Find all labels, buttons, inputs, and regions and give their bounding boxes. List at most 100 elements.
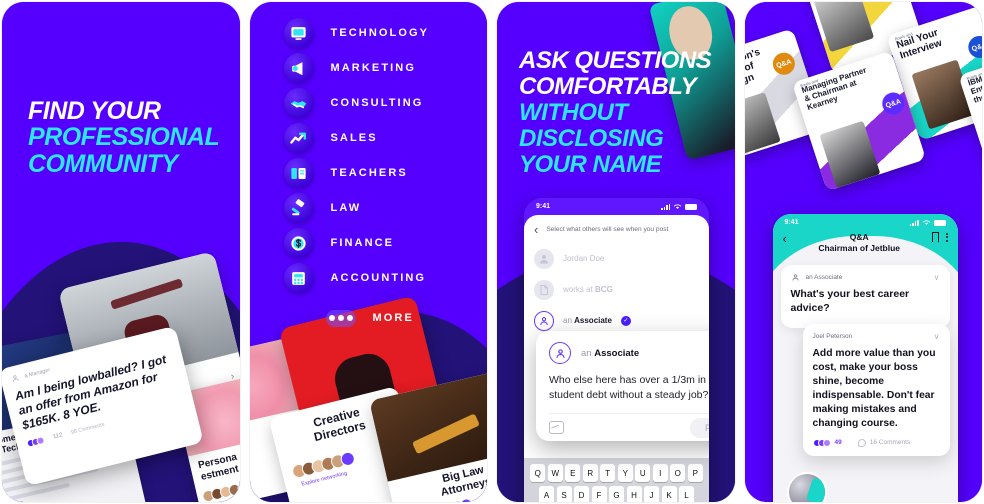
avatar: [786, 472, 827, 502]
key[interactable]: A: [539, 486, 554, 502]
key[interactable]: I: [652, 464, 668, 482]
person-glyph: [540, 254, 548, 263]
compose-identity: an Associate: [581, 348, 639, 359]
category-label: LAW: [330, 202, 362, 214]
back-icon[interactable]: ‹: [534, 223, 538, 236]
comment-count[interactable]: 98 Comments: [71, 422, 106, 436]
key[interactable]: R: [582, 464, 598, 482]
identity-option-company[interactable]: works at BCG: [534, 274, 699, 305]
identity-label-prefix: an: [563, 316, 575, 325]
ellipsis-icon: [325, 309, 356, 327]
phone-mockup-qa: 9:41 ‹ Q&A Chairman of Jetblue an Associ…: [772, 214, 958, 502]
key[interactable]: H: [626, 486, 642, 502]
category-item-more[interactable]: MORE: [325, 305, 430, 331]
onscreen-keyboard[interactable]: Q W E R T Y U I O P A S D F G H J K L: [524, 458, 709, 502]
headline-line-1: FIND YOUR: [28, 97, 161, 125]
kebab-menu-icon[interactable]: [945, 232, 948, 242]
compose-footer: Post: [549, 413, 709, 441]
key[interactable]: L: [679, 486, 694, 502]
status-time: 9:41: [536, 203, 551, 210]
dollar-coin-icon: [283, 228, 314, 258]
key[interactable]: Y: [617, 464, 633, 482]
key[interactable]: Q: [530, 464, 546, 482]
status-indicators: [909, 219, 946, 226]
bookmark-icon[interactable]: [931, 232, 939, 242]
qa-title-line2: Chairman of Jetblue: [818, 242, 901, 253]
compose-identity-bold: Associate: [594, 347, 640, 359]
category-list: TECHNOLOGY MARKETING CONSULTING SALES TE…: [283, 18, 430, 331]
anonymous-person-icon: [534, 310, 554, 331]
headline-line-3: COMMUNITY: [28, 149, 178, 178]
identity-label: an Associate: [563, 316, 612, 325]
key[interactable]: W: [547, 464, 563, 482]
document-glyph: [540, 284, 548, 295]
anonymous-person-icon: [792, 274, 798, 281]
megaphone-icon: [283, 53, 314, 83]
key[interactable]: P: [687, 464, 703, 482]
category-label: SALES: [330, 132, 378, 144]
keyboard-row-2: A S D F G H J K L: [528, 486, 705, 502]
headline-line-3: WITHOUT: [519, 98, 628, 126]
chevron-down-icon[interactable]: ∨: [934, 273, 940, 282]
key[interactable]: E: [565, 464, 581, 482]
chevron-down-icon[interactable]: ∨: [934, 332, 940, 341]
category-label: TECHNOLOGY: [330, 27, 430, 39]
post-author-role: a Manager: [23, 366, 51, 380]
compose-identity-prefix: an: [581, 347, 595, 359]
signal-icon: [909, 219, 919, 226]
key[interactable]: G: [609, 486, 624, 502]
identity-label-prefix: works at: [563, 285, 596, 294]
phone-mockup-compose: 9:41 ‹ Select what others will see when …: [524, 198, 709, 502]
question-card: an Associate ∨ What's your best career a…: [780, 265, 950, 328]
category-item-finance[interactable]: FINANCE: [283, 228, 430, 258]
app-store-screenshot-gallery: FIND YOUR PROFESSIONAL COMMUNITY Women i…: [0, 0, 984, 504]
anonymous-person-icon: [549, 342, 571, 364]
compose-textarea[interactable]: Who else here has over a 1/3m in student…: [549, 373, 709, 403]
trend-up-icon: [283, 123, 314, 153]
image-attach-icon[interactable]: [549, 421, 564, 435]
category-item-law[interactable]: LAW: [283, 193, 430, 223]
sheet-title: Select what others will see when you pos…: [546, 226, 669, 233]
category-item-accounting[interactable]: ACCOUNTING: [283, 263, 430, 293]
identity-option-name[interactable]: Jordan Doe: [534, 243, 699, 274]
answer-text: Add more value than you cost, make your …: [812, 347, 936, 429]
anon-glyph: [540, 316, 548, 325]
identity-label-bold: Associate: [574, 316, 612, 325]
question-author: an Associate: [805, 274, 843, 282]
category-item-sales[interactable]: SALES: [283, 123, 430, 153]
identity-label: works at BCG: [563, 285, 613, 294]
avatar-photo-icon: [534, 248, 554, 269]
compose-post-card: an Associate × Who else here has over a …: [536, 331, 709, 442]
key[interactable]: F: [591, 486, 607, 502]
qa-card-collage: Anselmo Ramos Bowls and Q&A Nail Your In…: [744, 2, 982, 202]
qa-title-line1: Q&A: [849, 232, 869, 242]
key[interactable]: U: [635, 464, 651, 482]
comment-link[interactable]: 16 Comments: [857, 438, 910, 447]
key[interactable]: D: [574, 486, 589, 502]
qa-title: Q&A Chairman of Jetblue: [787, 232, 932, 253]
comment-icon: [857, 438, 866, 447]
headline-line-5: YOUR NAME: [519, 150, 662, 178]
monitor-icon: [283, 18, 314, 48]
category-label: MARKETING: [330, 62, 417, 74]
reaction-count: 112: [52, 432, 64, 441]
category-item-marketing[interactable]: MARKETING: [283, 53, 430, 83]
avatar-group: [201, 480, 240, 502]
screenshot-categories: TECHNOLOGY MARKETING CONSULTING SALES TE…: [249, 2, 487, 502]
question-text: What's your best career advice?: [790, 288, 910, 315]
post-button[interactable]: Post: [689, 417, 709, 438]
status-time: 9:41: [784, 219, 799, 226]
signal-icon: [661, 203, 670, 210]
key[interactable]: J: [644, 486, 659, 502]
key[interactable]: S: [556, 486, 572, 502]
key[interactable]: K: [661, 486, 677, 502]
category-item-consulting[interactable]: CONSULTING: [283, 88, 430, 118]
category-item-teachers[interactable]: TEACHERS: [283, 158, 430, 188]
reaction-stack: [26, 436, 46, 449]
category-item-technology[interactable]: TECHNOLOGY: [283, 18, 430, 48]
reaction-group[interactable]: 49: [812, 438, 842, 447]
screenshot-find-community: FIND YOUR PROFESSIONAL COMMUNITY Women i…: [2, 2, 240, 502]
category-label: FINANCE: [330, 237, 395, 249]
key[interactable]: T: [600, 464, 616, 482]
key[interactable]: O: [670, 464, 686, 482]
